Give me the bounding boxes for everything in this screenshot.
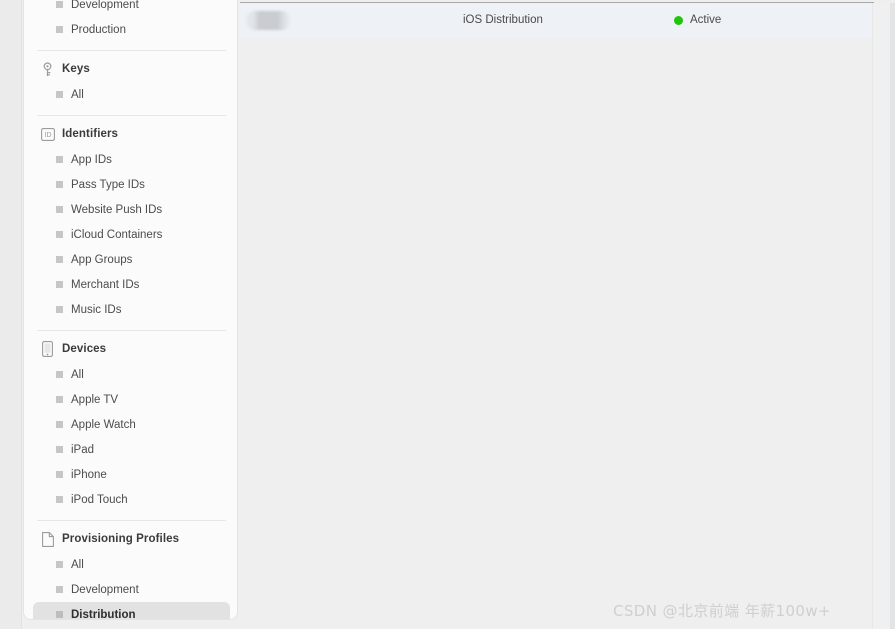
sidebar-item-label: Development: [71, 583, 139, 596]
sidebar-item-all[interactable]: All: [33, 552, 230, 577]
bullet-square-icon: [56, 306, 63, 313]
bullet-square-icon: [56, 496, 63, 503]
profile-name-redacted: [246, 11, 291, 30]
sidebar: Development Production Keys All ID Identifier…: [23, 0, 238, 620]
window-left-gutter: [0, 0, 22, 629]
sidebar-item-all[interactable]: All: [33, 362, 230, 387]
bullet-square-icon: [56, 396, 63, 403]
sidebar-group-list: Development Production Keys All ID Identifier…: [24, 0, 237, 620]
bullet-square-icon: [56, 156, 63, 163]
sidebar-item-ipod-touch[interactable]: iPod Touch: [33, 487, 230, 512]
sidebar-item-development[interactable]: Development: [33, 0, 230, 17]
sidebar-item-label: Pass Type IDs: [71, 178, 145, 191]
sidebar-item-label: Music IDs: [71, 303, 122, 316]
sidebar-divider: [37, 115, 226, 116]
sidebar-divider: [37, 50, 226, 51]
bullet-square-icon: [56, 1, 63, 8]
sidebar-item-label: Merchant IDs: [71, 278, 140, 291]
sidebar-item-label: iCloud Containers: [71, 228, 163, 241]
bullet-square-icon: [56, 206, 63, 213]
watermark-text: CSDN @北京前端 年薪100w+: [613, 602, 831, 620]
sidebar-item-label: Development: [71, 0, 139, 11]
bullet-square-icon: [56, 371, 63, 378]
sidebar-item-distribution[interactable]: Distribution: [33, 602, 230, 620]
sidebar-item-label: Apple TV: [71, 393, 119, 406]
document-icon: [40, 531, 55, 547]
bullet-square-icon: [56, 446, 63, 453]
sidebar-divider: [37, 330, 226, 331]
status-dot-icon: [674, 15, 683, 25]
sidebar-item-apple-watch[interactable]: Apple Watch: [33, 412, 230, 437]
sidebar-item-label: iPhone: [71, 468, 107, 481]
bullet-square-icon: [56, 231, 63, 238]
bullet-square-icon: [56, 421, 63, 428]
id-badge-icon: ID: [40, 126, 55, 142]
bullet-square-icon: [56, 586, 63, 593]
bullet-square-icon: [56, 181, 63, 188]
vertical-scrollbar-track[interactable]: [872, 3, 895, 629]
bullet-square-icon: [56, 91, 63, 98]
sidebar-item-label: All: [71, 88, 84, 101]
bullet-square-icon: [56, 471, 63, 478]
status-badge: Active: [674, 3, 721, 37]
sidebar-group-title: Keys: [62, 63, 90, 75]
sidebar-group-provisioning-profiles[interactable]: Provisioning Profiles: [33, 528, 230, 550]
sidebar-item-production[interactable]: Production: [33, 17, 230, 42]
app-window: Development Production Keys All ID Identifier…: [0, 0, 895, 629]
sidebar-item-label: All: [71, 368, 84, 381]
status-label: Active: [690, 14, 722, 26]
sidebar-divider: [37, 520, 226, 521]
sidebar-item-website-push-ids[interactable]: Website Push IDs: [33, 197, 230, 222]
sidebar-item-all[interactable]: All: [33, 82, 230, 107]
sidebar-item-label: App Groups: [71, 253, 133, 266]
bullet-square-icon: [56, 611, 63, 618]
sidebar-item-label: Production: [71, 23, 126, 36]
sidebar-item-development[interactable]: Development: [33, 577, 230, 602]
sidebar-item-pass-type-ids[interactable]: Pass Type IDs: [33, 172, 230, 197]
sidebar-item-merchant-ids[interactable]: Merchant IDs: [33, 272, 230, 297]
sidebar-item-label: Apple Watch: [71, 418, 136, 431]
sidebar-item-label: Distribution: [71, 608, 136, 620]
sidebar-item-iphone[interactable]: iPhone: [33, 462, 230, 487]
sidebar-item-label: iPod Touch: [71, 493, 128, 506]
sidebar-item-label: App IDs: [71, 153, 112, 166]
sidebar-item-icloud-containers[interactable]: iCloud Containers: [33, 222, 230, 247]
sidebar-item-app-ids[interactable]: App IDs: [33, 147, 230, 172]
sidebar-item-label: iPad: [71, 443, 95, 456]
iphone-icon: [40, 341, 55, 357]
sidebar-group-title: Devices: [62, 343, 107, 355]
sidebar-item-ipad[interactable]: iPad: [33, 437, 230, 462]
sidebar-item-app-groups[interactable]: App Groups: [33, 247, 230, 272]
bullet-square-icon: [56, 256, 63, 263]
window-right-edge: [890, 3, 895, 629]
bullet-square-icon: [56, 281, 63, 288]
sidebar-item-apple-tv[interactable]: Apple TV: [33, 387, 230, 412]
svg-text:ID: ID: [44, 132, 51, 139]
sidebar-group-title: Identifiers: [62, 128, 119, 140]
sidebar-scroll-area[interactable]: Development Production Keys All ID Identifier…: [24, 0, 237, 620]
sidebar-group-keys[interactable]: Keys: [33, 58, 230, 80]
sidebar-group-devices[interactable]: Devices: [33, 338, 230, 360]
bullet-square-icon: [56, 26, 63, 33]
table-row[interactable]: iOS Distribution Active: [240, 3, 872, 37]
sidebar-group-title: Provisioning Profiles: [62, 533, 180, 545]
sidebar-item-label: All: [71, 558, 84, 571]
sidebar-item-music-ids[interactable]: Music IDs: [33, 297, 230, 322]
sidebar-group-identifiers[interactable]: ID Identifiers: [33, 123, 230, 145]
main-content: iOS Distribution Active: [240, 0, 895, 629]
profile-type-label: iOS Distribution: [463, 14, 543, 26]
sidebar-item-label: Website Push IDs: [71, 203, 163, 216]
key-icon: [40, 61, 55, 77]
bullet-square-icon: [56, 561, 63, 568]
